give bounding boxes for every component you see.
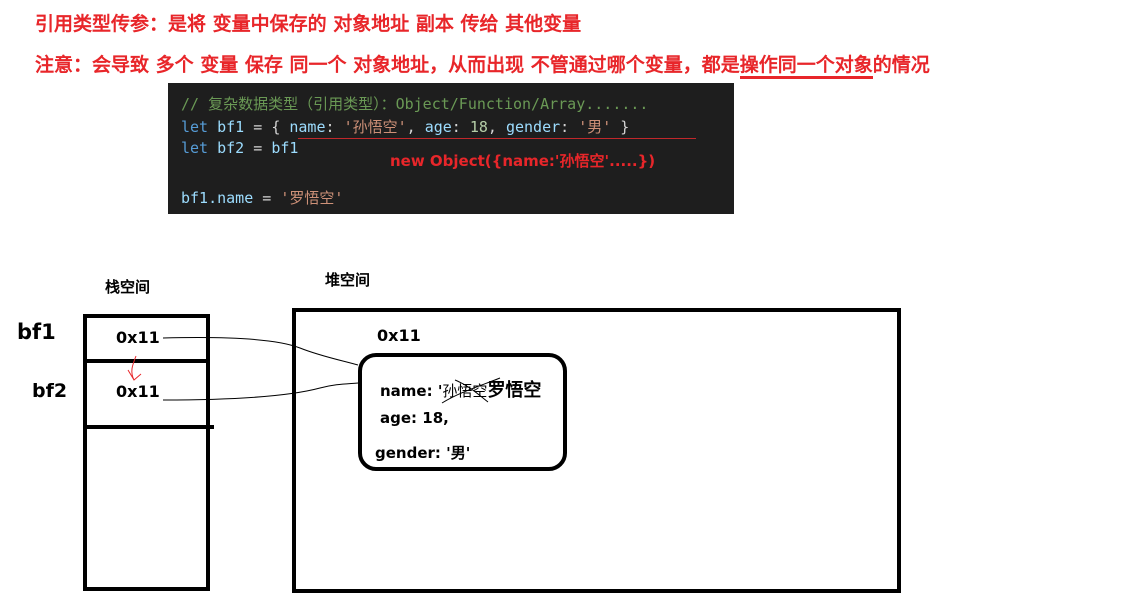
pointer-bf1 (162, 336, 359, 366)
strike-mark (441, 377, 501, 404)
pointer-lines (127, 336, 501, 404)
copy-arrow (127, 355, 142, 381)
pointer-bf2 (162, 382, 359, 401)
